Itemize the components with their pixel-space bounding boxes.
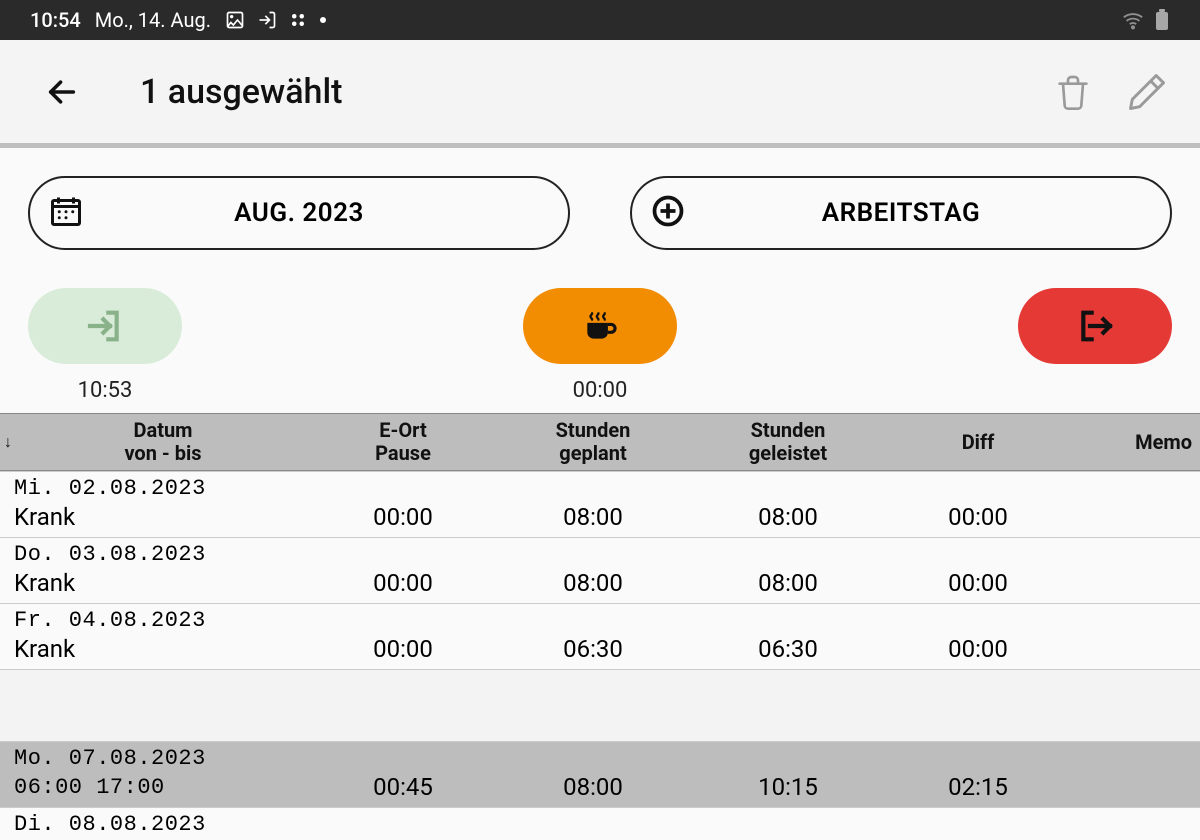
header-done[interactable]: Stundengeleistet	[688, 419, 888, 465]
dot-icon	[319, 16, 327, 24]
pill-row: AUG. 2023 ARBEITSTAG	[0, 148, 1200, 260]
workday-label: ARBEITSTAG	[822, 198, 980, 228]
delete-button[interactable]	[1050, 69, 1096, 115]
month-selector[interactable]: AUG. 2023	[28, 176, 570, 250]
row-done: 10:15	[688, 773, 888, 801]
row-date: Mo. 07.08.2023	[0, 742, 1200, 771]
edit-button[interactable]	[1124, 69, 1170, 115]
break-button[interactable]	[523, 288, 677, 364]
gap-row	[0, 669, 1200, 741]
pencil-icon	[1125, 70, 1169, 114]
app-bar-title: 1 ausgewählt	[140, 72, 342, 112]
checkin-button[interactable]	[28, 288, 182, 364]
row-values: Krank00:0008:0008:0000:00	[0, 501, 1200, 537]
month-label: AUG. 2023	[234, 198, 364, 228]
row-date: Di. 08.08.2023	[0, 808, 1200, 837]
coffee-icon	[581, 307, 619, 345]
row-planned: 08:00	[498, 569, 688, 597]
row-done: 08:00	[688, 503, 888, 531]
row-planned: 08:00	[498, 503, 688, 531]
calendar-icon	[48, 193, 84, 233]
status-icons-left	[225, 10, 327, 30]
row-date: Fr. 04.08.2023	[0, 604, 1200, 633]
row-eort-pause: 00:00	[308, 569, 498, 597]
row-date: Mi. 02.08.2023	[0, 472, 1200, 501]
login-icon	[257, 10, 277, 30]
row-values: Krank00:0006:3006:3000:00	[0, 633, 1200, 669]
table-row[interactable]: Di. 08.08.2023	[0, 807, 1200, 837]
table-header: ↓ Datumvon - bis E-OrtPause Stundengepla…	[0, 413, 1200, 471]
row-diff: 00:00	[888, 503, 1068, 531]
row-planned: 06:30	[498, 635, 688, 663]
row-eort-pause: 00:45	[308, 773, 498, 801]
row-values: 06:00 17:0000:4508:0010:1502:15	[0, 771, 1200, 807]
row-done: 06:30	[688, 635, 888, 663]
row-diff: 02:15	[888, 773, 1068, 801]
header-eort[interactable]: E-OrtPause	[308, 419, 498, 465]
image-icon	[225, 10, 245, 30]
row-from-to: Krank	[0, 503, 308, 531]
row-eort-pause: 00:00	[308, 635, 498, 663]
app-bar: 1 ausgewählt	[0, 40, 1200, 148]
row-diff: 00:00	[888, 635, 1068, 663]
break-time: 00:00	[573, 378, 628, 403]
row-date: Do. 03.08.2023	[0, 538, 1200, 567]
row-from-to: 06:00 17:00	[0, 775, 308, 800]
header-planned[interactable]: Stundengeplant	[498, 419, 688, 465]
header-memo[interactable]: Memo	[1068, 430, 1200, 454]
row-from-to: Krank	[0, 569, 308, 597]
enter-icon	[85, 306, 125, 346]
status-bar: 10:54 Mo., 14. Aug.	[0, 0, 1200, 40]
table-body: Mi. 02.08.2023Krank00:0008:0008:0000:00D…	[0, 471, 1200, 837]
row-from-to: Krank	[0, 635, 308, 663]
battery-icon	[1154, 9, 1170, 31]
header-sort[interactable]: ↓	[0, 432, 18, 452]
row-eort-pause: 00:00	[308, 503, 498, 531]
status-icons-right	[1122, 9, 1170, 31]
back-button[interactable]	[44, 74, 80, 110]
trash-icon	[1053, 70, 1093, 114]
action-row: 10:53 00:00	[0, 260, 1200, 413]
arrow-left-icon	[45, 75, 79, 109]
header-date[interactable]: Datumvon - bis	[18, 419, 308, 465]
table-row[interactable]: Mi. 02.08.2023Krank00:0008:0008:0000:00	[0, 471, 1200, 537]
checkout-time	[1092, 378, 1097, 403]
add-workday-button[interactable]: ARBEITSTAG	[630, 176, 1172, 250]
header-diff[interactable]: Diff	[888, 430, 1068, 454]
wifi-icon	[1122, 9, 1144, 31]
plus-circle-icon	[650, 193, 686, 233]
row-planned: 08:00	[498, 773, 688, 801]
table-row[interactable]: Do. 03.08.2023Krank00:0008:0008:0000:00	[0, 537, 1200, 603]
row-values: Krank00:0008:0008:0000:00	[0, 567, 1200, 603]
status-date: Mo., 14. Aug.	[95, 8, 211, 32]
row-diff: 00:00	[888, 569, 1068, 597]
row-done: 08:00	[688, 569, 888, 597]
status-time: 10:54	[30, 8, 81, 32]
checkout-button[interactable]	[1018, 288, 1172, 364]
dots-icon	[289, 11, 307, 29]
checkin-time: 10:53	[78, 378, 133, 403]
exit-icon	[1075, 306, 1115, 346]
table-row[interactable]: Fr. 04.08.2023Krank00:0006:3006:3000:00	[0, 603, 1200, 669]
table-row[interactable]: Mo. 07.08.202306:00 17:0000:4508:0010:15…	[0, 741, 1200, 807]
